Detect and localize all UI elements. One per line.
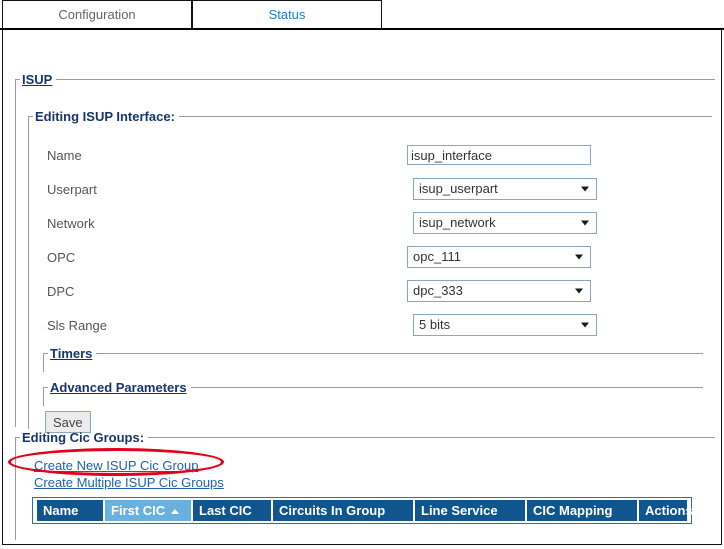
tab-bar: Configuration Status bbox=[0, 0, 724, 30]
form-row-dpc: DPC dpc_333 bbox=[29, 274, 712, 308]
sls-range-select[interactable]: 5 bits bbox=[413, 314, 597, 336]
form-row-name: Name bbox=[29, 138, 712, 172]
opc-select[interactable]: opc_111 bbox=[407, 246, 591, 268]
dpc-select-value: dpc_333 bbox=[413, 283, 463, 298]
dpc-select-wrap: dpc_333 bbox=[407, 280, 591, 302]
column-header-line-service-label: Line Service bbox=[421, 503, 498, 518]
timers-legend[interactable]: Timers bbox=[48, 346, 96, 361]
isup-fieldset: ISUP Editing ISUP Interface: Name Userpa… bbox=[15, 72, 715, 433]
editing-cic-groups-fieldset: Editing Cic Groups: Create New ISUP Cic … bbox=[15, 430, 715, 540]
editing-isup-interface-fieldset: Editing ISUP Interface: Name Userpart is… bbox=[28, 109, 712, 433]
network-select-wrap: isup_network bbox=[407, 212, 597, 234]
column-header-circuits-in-group[interactable]: Circuits In Group bbox=[273, 500, 413, 521]
dpc-select[interactable]: dpc_333 bbox=[407, 280, 591, 302]
network-select-value: isup_network bbox=[419, 215, 496, 230]
sls-range-select-wrap: 5 bits bbox=[407, 314, 597, 336]
column-header-first-cic[interactable]: First CIC bbox=[105, 500, 191, 521]
label-sls-range: Sls Range bbox=[47, 317, 107, 333]
name-input[interactable] bbox=[407, 145, 591, 165]
editing-isup-interface-legend: Editing ISUP Interface: bbox=[35, 109, 175, 124]
column-header-actions-label: Actions bbox=[645, 503, 693, 518]
timers-fieldset[interactable]: Timers bbox=[43, 346, 703, 372]
label-dpc: DPC bbox=[47, 283, 75, 299]
column-header-cic-mapping-label: CIC Mapping bbox=[533, 503, 613, 518]
column-header-actions[interactable]: Actions bbox=[639, 500, 693, 521]
column-header-name-label: Name bbox=[43, 503, 79, 518]
chevron-down-icon bbox=[575, 254, 583, 260]
opc-select-value: opc_111 bbox=[413, 249, 461, 264]
column-header-first-cic-label: First CIC bbox=[111, 503, 166, 518]
cic-groups-table-header-row: Name First CIC Last CIC Circuits In Grou… bbox=[37, 500, 693, 521]
name-input-wrap bbox=[407, 145, 591, 165]
form-row-sls-range: Sls Range 5 bits bbox=[29, 308, 712, 342]
column-header-last-cic[interactable]: Last CIC bbox=[193, 500, 271, 521]
create-multiple-isup-cic-groups-link[interactable]: Create Multiple ISUP Cic Groups bbox=[34, 474, 224, 491]
advanced-parameters-legend[interactable]: Advanced Parameters bbox=[48, 380, 191, 395]
page-content-frame: ISUP Editing ISUP Interface: Name Userpa… bbox=[2, 30, 722, 545]
userpart-select-value: isup_userpart bbox=[419, 181, 498, 196]
userpart-select[interactable]: isup_userpart bbox=[413, 178, 597, 200]
sls-range-select-value: 5 bits bbox=[419, 317, 451, 332]
column-header-circuits-in-group-label: Circuits In Group bbox=[279, 503, 386, 518]
chevron-down-icon bbox=[575, 288, 583, 294]
cic-groups-table-wrap: Name First CIC Last CIC Circuits In Grou… bbox=[32, 497, 693, 524]
tab-status-label: Status bbox=[268, 7, 306, 22]
chevron-down-icon bbox=[581, 186, 589, 192]
cic-groups-table: Name First CIC Last CIC Circuits In Grou… bbox=[35, 500, 693, 521]
sort-ascending-icon bbox=[171, 509, 180, 515]
column-header-last-cic-label: Last CIC bbox=[199, 503, 252, 518]
form-row-userpart: Userpart isup_userpart bbox=[29, 172, 712, 206]
form-row-opc: OPC opc_111 bbox=[29, 240, 712, 274]
column-header-name[interactable]: Name bbox=[37, 500, 103, 521]
userpart-select-wrap: isup_userpart bbox=[407, 178, 597, 200]
advanced-parameters-fieldset[interactable]: Advanced Parameters bbox=[43, 380, 703, 406]
column-header-cic-mapping[interactable]: CIC Mapping bbox=[527, 500, 637, 521]
chevron-down-icon bbox=[581, 220, 589, 226]
isup-form-rows: Name Userpart isup_userpart Ne bbox=[29, 138, 712, 342]
form-row-network: Network isup_network bbox=[29, 206, 712, 240]
isup-legend: ISUP bbox=[22, 72, 53, 87]
tab-configuration-label: Configuration bbox=[58, 7, 136, 22]
tab-configuration[interactable]: Configuration bbox=[2, 0, 192, 28]
label-opc: OPC bbox=[47, 249, 76, 265]
create-new-isup-cic-group-link[interactable]: Create New ISUP Cic Group bbox=[34, 457, 199, 474]
label-name: Name bbox=[47, 147, 82, 163]
chevron-down-icon bbox=[581, 322, 589, 328]
opc-select-wrap: opc_111 bbox=[407, 246, 591, 268]
column-header-line-service[interactable]: Line Service bbox=[415, 500, 525, 521]
label-userpart: Userpart bbox=[47, 181, 97, 197]
tab-status[interactable]: Status bbox=[192, 0, 382, 28]
cic-group-links: Create New ISUP Cic Group Create Multipl… bbox=[16, 457, 224, 491]
label-network: Network bbox=[47, 215, 95, 231]
editing-cic-groups-legend: Editing Cic Groups: bbox=[22, 430, 145, 445]
network-select[interactable]: isup_network bbox=[413, 212, 597, 234]
